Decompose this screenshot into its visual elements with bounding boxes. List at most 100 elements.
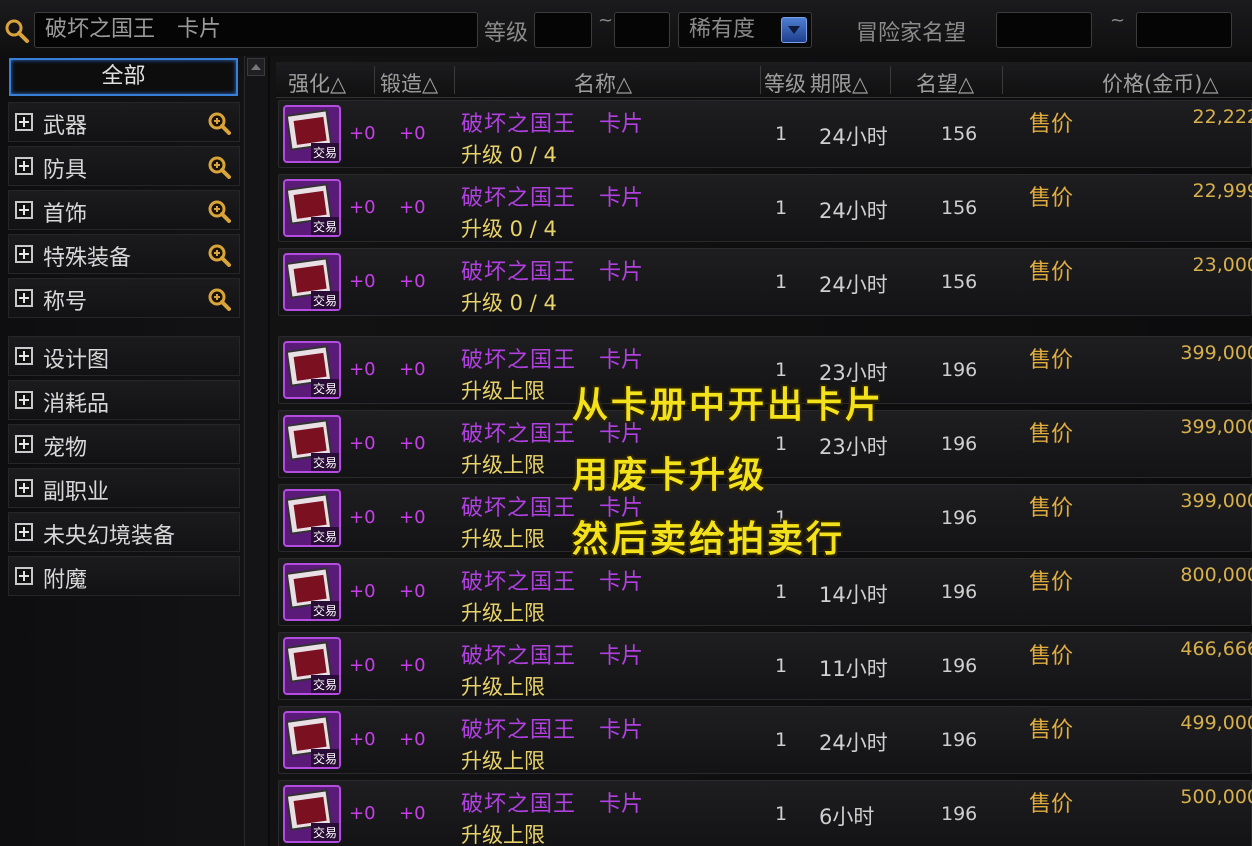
- card-item-icon[interactable]: 交易: [283, 637, 341, 695]
- item-name-suffix[interactable]: 卡片: [599, 786, 643, 818]
- table-row[interactable]: 交易 +0 +0 破坏之国王卡片升级 0 / 4 1 24小时 156 售价 22,999: [278, 174, 1252, 242]
- zoom-icon[interactable]: [207, 111, 231, 135]
- header-divider: [454, 66, 455, 94]
- header-forge[interactable]: 锻造△: [380, 68, 438, 98]
- item-name[interactable]: 破坏之国王: [461, 342, 576, 374]
- scroll-up-icon[interactable]: [247, 58, 265, 76]
- search-icon[interactable]: [4, 18, 30, 44]
- level-max-input[interactable]: [614, 12, 670, 48]
- sell-price-label: 售价: [1029, 186, 1074, 211]
- category-pets[interactable]: 宠物: [8, 424, 240, 464]
- card-item-icon[interactable]: 交易: [283, 179, 341, 237]
- item-name[interactable]: 破坏之国王: [461, 712, 576, 744]
- rarity-dropdown[interactable]: 稀有度: [678, 12, 812, 48]
- category-all[interactable]: 全部: [9, 58, 238, 96]
- expand-icon[interactable]: [15, 435, 33, 453]
- header-level[interactable]: 等级: [764, 68, 806, 98]
- expand-icon[interactable]: [15, 523, 33, 541]
- item-reputation: 196: [941, 507, 978, 529]
- item-name-suffix[interactable]: 卡片: [599, 712, 643, 744]
- sell-price-label: 售价: [1029, 570, 1074, 595]
- table-row[interactable]: 交易 +0 +0 破坏之国王 卡片 升级上限 1 6小时 196 售价 500,000: [278, 780, 1252, 846]
- forge-value: +0: [399, 803, 426, 824]
- trade-badge: 交易: [313, 677, 337, 692]
- item-name-suffix[interactable]: 卡片: [599, 180, 643, 212]
- expand-icon[interactable]: [15, 113, 33, 131]
- overlay-caption-line-2: 用废卡升级: [572, 455, 768, 496]
- category-enchantments[interactable]: 附魔: [8, 556, 240, 596]
- card-item-icon[interactable]: 交易: [283, 785, 341, 843]
- item-name-suffix[interactable]: 卡片: [599, 638, 643, 670]
- table-row[interactable]: 交易 +0 +0 破坏之国王卡片升级 0 / 4 1 24小时 156 售价 23,000: [278, 248, 1252, 316]
- upgrade-status: 升级上限: [461, 601, 545, 625]
- zoom-icon[interactable]: [207, 287, 231, 311]
- item-name[interactable]: 破坏之国王: [461, 638, 576, 670]
- zoom-icon[interactable]: [207, 243, 231, 267]
- expand-icon[interactable]: [15, 201, 33, 219]
- item-name-suffix[interactable]: 卡片: [599, 106, 643, 138]
- category-blueprints[interactable]: 设计图: [8, 336, 240, 376]
- expand-icon[interactable]: [15, 245, 33, 263]
- item-level: 1: [775, 433, 788, 455]
- zoom-icon[interactable]: [207, 155, 231, 179]
- card-item-icon[interactable]: 交易: [283, 253, 341, 311]
- level-min-input[interactable]: [534, 12, 592, 48]
- item-reputation: 156: [941, 123, 978, 145]
- header-price[interactable]: 价格(金币)△: [1102, 68, 1219, 98]
- level-range-tilde: ~: [598, 10, 614, 31]
- card-item-icon[interactable]: 交易: [283, 563, 341, 621]
- item-price: 500,000: [1180, 786, 1252, 808]
- category-accessories[interactable]: 首饰: [8, 190, 240, 230]
- category-sub-professions[interactable]: 副职业: [8, 468, 240, 508]
- category-consumables[interactable]: 消耗品: [8, 380, 240, 420]
- category-armor[interactable]: 防具: [8, 146, 240, 186]
- card-item-icon[interactable]: 交易: [283, 415, 341, 473]
- sidebar-scrollbar[interactable]: [244, 56, 266, 846]
- header-enhance[interactable]: 强化△: [288, 68, 346, 98]
- enhance-value: +0: [349, 271, 376, 292]
- category-label: 武器: [43, 114, 88, 139]
- reputation-range-tilde: ~: [1110, 10, 1126, 31]
- table-row[interactable]: 交易 +0 +0 破坏之国王卡片升级 0 / 4 1 24小时 156 售价 22,222: [278, 100, 1252, 168]
- table-row[interactable]: 交易 +0 +0 破坏之国王 卡片 升级上限 1 14小时 196 售价 800,000: [278, 558, 1252, 626]
- category-weiyang-equipment[interactable]: 未央幻境装备: [8, 512, 240, 552]
- table-row[interactable]: 交易 +0 +0 破坏之国王 卡片 升级上限 1 24小时 196 售价 499,000: [278, 706, 1252, 774]
- item-name[interactable]: 破坏之国王: [461, 564, 576, 596]
- forge-value: +0: [399, 123, 426, 144]
- item-name-suffix[interactable]: 卡片: [599, 254, 643, 286]
- category-special-equipment[interactable]: 特殊装备: [8, 234, 240, 274]
- item-name-suffix[interactable]: 卡片: [599, 564, 643, 596]
- category-label: 防具: [43, 158, 88, 183]
- expand-icon[interactable]: [15, 391, 33, 409]
- item-name[interactable]: 破坏之国王: [461, 254, 576, 286]
- card-item-icon[interactable]: 交易: [283, 105, 341, 163]
- header-reputation[interactable]: 名望△: [916, 68, 974, 98]
- item-name[interactable]: 破坏之国王: [461, 106, 576, 138]
- zoom-icon[interactable]: [207, 199, 231, 223]
- item-name-suffix[interactable]: 卡片: [599, 342, 643, 374]
- category-weapons[interactable]: 武器: [8, 102, 240, 142]
- item-name[interactable]: 破坏之国王: [461, 416, 576, 448]
- expand-icon[interactable]: [15, 157, 33, 175]
- header-period[interactable]: 期限△: [810, 68, 868, 98]
- expand-icon[interactable]: [15, 289, 33, 307]
- reputation-max-input[interactable]: [1136, 12, 1232, 48]
- table-row[interactable]: 交易 +0 +0 破坏之国王 卡片 升级上限 1 11小时 196 售价 466,666: [278, 632, 1252, 700]
- reputation-min-input[interactable]: [996, 12, 1092, 48]
- search-input[interactable]: 破坏之国王 卡片: [34, 12, 478, 48]
- chevron-down-icon[interactable]: [781, 17, 807, 43]
- item-name[interactable]: 破坏之国王: [461, 180, 576, 212]
- card-item-icon[interactable]: 交易: [283, 489, 341, 547]
- item-period: 24小时: [819, 125, 888, 149]
- expand-icon[interactable]: [15, 567, 33, 585]
- category-titles[interactable]: 称号: [8, 278, 240, 318]
- item-period: 24小时: [819, 199, 888, 223]
- card-item-icon[interactable]: 交易: [283, 341, 341, 399]
- item-reputation: 196: [941, 729, 978, 751]
- expand-icon[interactable]: [15, 347, 33, 365]
- expand-icon[interactable]: [15, 479, 33, 497]
- card-item-icon[interactable]: 交易: [283, 711, 341, 769]
- item-name[interactable]: 破坏之国王: [461, 490, 576, 522]
- item-name[interactable]: 破坏之国王: [461, 786, 576, 818]
- header-name[interactable]: 名称△: [574, 68, 632, 98]
